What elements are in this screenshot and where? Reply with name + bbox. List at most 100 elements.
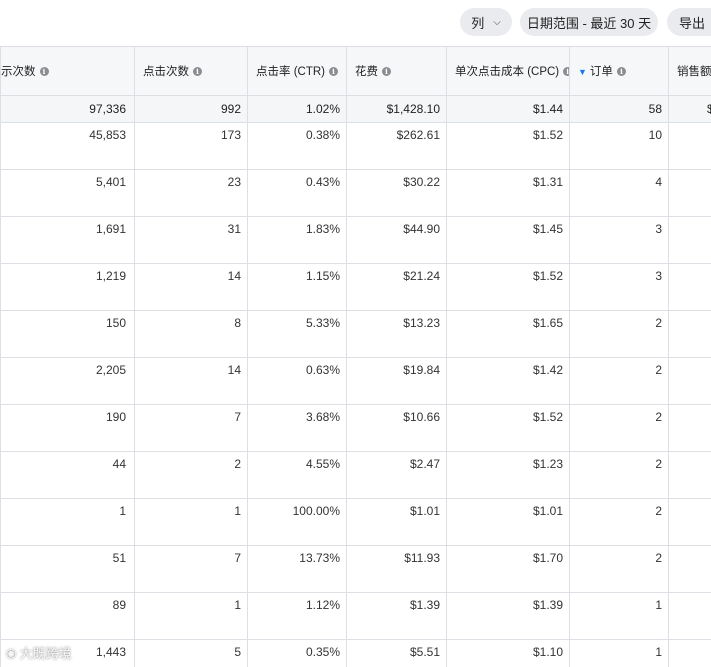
table-cell: 4.55%	[247, 451, 347, 499]
table-cell	[668, 545, 711, 593]
table-cell	[668, 263, 711, 311]
table-cell	[668, 122, 711, 170]
table-cell: $1.01	[346, 498, 447, 546]
table-cell: 1.15%	[247, 263, 347, 311]
header-cpc[interactable]: 单次点击成本 (CPC) i	[446, 46, 570, 96]
table-row[interactable]: 1,219 14 1.15% $21.24 $1.52 3	[0, 263, 711, 311]
table-cell: 13.73%	[247, 545, 347, 593]
table-cell	[668, 357, 711, 405]
table-cell: 5,401	[0, 169, 135, 217]
total-cell: 992	[134, 95, 248, 123]
table-cell: 4	[569, 169, 669, 217]
table-cell: $1.10	[446, 639, 570, 667]
table-cell: 1	[569, 592, 669, 640]
table-cell: $1.52	[446, 404, 570, 452]
table-cell: $1.31	[446, 169, 570, 217]
table-row[interactable]: 1,443 5 0.35% $5.51 $1.10 1	[0, 639, 711, 667]
table-row[interactable]: 44 2 4.55% $2.47 $1.23 2	[0, 451, 711, 499]
table-row[interactable]: 51 7 13.73% $11.93 $1.70 2	[0, 545, 711, 593]
header-spend[interactable]: 花费 i	[346, 46, 447, 96]
table-cell: $1.70	[446, 545, 570, 593]
table-cell: $1.23	[446, 451, 570, 499]
table-row[interactable]: 1 1 100.00% $1.01 $1.01 2	[0, 498, 711, 546]
table-cell: 2	[569, 451, 669, 499]
table-cell	[668, 451, 711, 499]
table-cell: $5.51	[346, 639, 447, 667]
table-cell: 0.35%	[247, 639, 347, 667]
columns-button[interactable]: 列 ⌵	[460, 8, 512, 36]
table-row[interactable]: 150 8 5.33% $13.23 $1.65 2	[0, 310, 711, 358]
table-cell: 5	[134, 639, 248, 667]
total-cell: 1.02%	[247, 95, 347, 123]
table-row[interactable]: 5,401 23 0.43% $30.22 $1.31 4	[0, 169, 711, 217]
table-cell: 7	[134, 404, 248, 452]
table-cell	[668, 639, 711, 667]
table-cell: 44	[0, 451, 135, 499]
table-cell: 0.43%	[247, 169, 347, 217]
table-row[interactable]: 45,853 173 0.38% $262.61 $1.52 10	[0, 122, 711, 170]
info-icon[interactable]: i	[382, 67, 391, 77]
table-row[interactable]: 89 1 1.12% $1.39 $1.39 1	[0, 592, 711, 640]
table-cell: 3.68%	[247, 404, 347, 452]
table-cell: 1.83%	[247, 216, 347, 264]
info-icon[interactable]: i	[616, 67, 626, 77]
table-row[interactable]: 190 7 3.68% $10.66 $1.52 2	[0, 404, 711, 452]
table-cell: 2	[569, 310, 669, 358]
toolbar: 列 ⌵ 日期范围 - 最近 30 天 导出	[0, 0, 711, 46]
info-icon[interactable]: i	[329, 67, 338, 77]
table-cell: 2	[569, 357, 669, 405]
info-icon[interactable]: i	[563, 67, 569, 77]
table-cell: 1	[569, 639, 669, 667]
watermark: ◉ 大既跨境	[6, 643, 72, 662]
table-cell: $1.52	[446, 122, 570, 170]
table-cell: 3	[569, 263, 669, 311]
table-cell: 0.63%	[247, 357, 347, 405]
table-cell: $1.52	[446, 263, 570, 311]
table-cell	[668, 592, 711, 640]
watermark-text: 大既跨境	[19, 646, 72, 661]
table-cell: 2	[569, 498, 669, 546]
table-cell: 150	[0, 310, 135, 358]
table-cell: 0.38%	[247, 122, 347, 170]
total-cell: $1.44	[446, 95, 570, 123]
columns-label: 列	[471, 15, 485, 31]
info-icon[interactable]: i	[39, 67, 49, 77]
table-cell: $11.93	[346, 545, 447, 593]
table-row[interactable]: 1,691 31 1.83% $44.90 $1.45 3	[0, 216, 711, 264]
table-cell: $10.66	[346, 404, 447, 452]
header-ctr[interactable]: 点击率 (CTR) i	[247, 46, 347, 96]
header-orders[interactable]: ▼ 订单 i	[569, 46, 669, 96]
info-icon[interactable]: i	[193, 67, 202, 77]
table-cell: $1.45	[446, 216, 570, 264]
table-cell: $44.90	[346, 216, 447, 264]
total-row: 97,336 992 1.02% $1,428.10 $1.44 58 $	[0, 95, 711, 123]
export-button[interactable]: 导出	[667, 8, 711, 36]
chevron-down-icon: ⌵	[493, 16, 501, 28]
table-cell: 31	[134, 216, 248, 264]
header-clicks[interactable]: 点击次数 i	[134, 46, 248, 96]
table-cell: 14	[134, 357, 248, 405]
sort-desc-icon: ▼	[578, 67, 587, 77]
table-cell: 1,691	[0, 216, 135, 264]
data-table: 示次数 i 点击次数 i 点击率 (CTR) i 花费 i 单次点击成本 (CPC) i …	[0, 46, 711, 667]
header-sales[interactable]: 销售额	[668, 46, 711, 96]
table-cell: 10	[569, 122, 669, 170]
table-cell: 7	[134, 545, 248, 593]
table-cell: $1.42	[446, 357, 570, 405]
table-cell	[668, 216, 711, 264]
table-cell: $1.39	[346, 592, 447, 640]
header-row: 示次数 i 点击次数 i 点击率 (CTR) i 花费 i 单次点击成本 (CPC) i …	[0, 46, 711, 96]
table-cell: 51	[0, 545, 135, 593]
table-cell: 2	[569, 404, 669, 452]
table-cell: 1	[134, 498, 248, 546]
header-impressions[interactable]: 示次数 i	[0, 46, 135, 96]
table-cell: 1,219	[0, 263, 135, 311]
date-range-button[interactable]: 日期范围 - 最近 30 天	[520, 8, 658, 36]
data-table-container: 示次数 i 点击次数 i 点击率 (CTR) i 花费 i 单次点击成本 (CPC) i …	[0, 46, 711, 667]
table-cell: $19.84	[346, 357, 447, 405]
table-cell: 8	[134, 310, 248, 358]
table-cell: 100.00%	[247, 498, 347, 546]
table-cell	[668, 169, 711, 217]
table-cell: 1	[0, 498, 135, 546]
table-row[interactable]: 2,205 14 0.63% $19.84 $1.42 2	[0, 357, 711, 405]
